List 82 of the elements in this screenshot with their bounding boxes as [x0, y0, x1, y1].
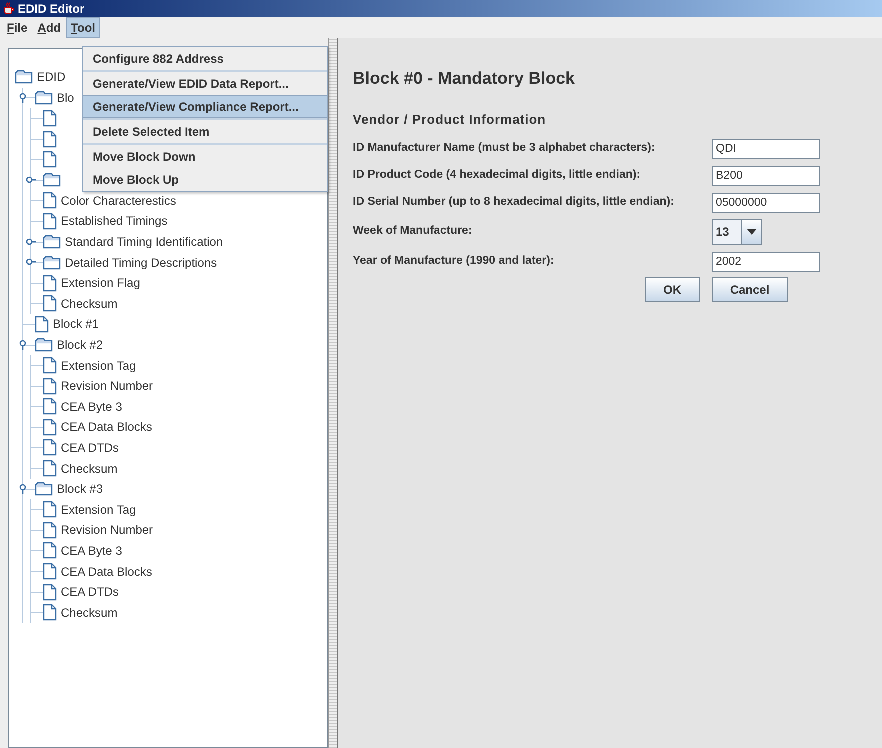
- tree-item[interactable]: CEA DTDs: [61, 583, 120, 602]
- file-icon: [43, 604, 57, 622]
- text-field[interactable]: B200: [712, 166, 820, 186]
- field-label: Week of Manufacture:: [353, 224, 474, 240]
- file-icon: [43, 192, 57, 210]
- menu-entry[interactable]: Move Block Up: [83, 168, 327, 191]
- tree-item[interactable]: CEA Data Blocks: [61, 562, 152, 581]
- file-icon: [43, 563, 57, 580]
- file-icon: [43, 274, 57, 292]
- section-heading: Vendor / Product Information: [353, 110, 548, 128]
- file-icon: [43, 378, 57, 395]
- expanded-handle-icon[interactable]: [18, 484, 28, 494]
- file-icon: [43, 542, 57, 560]
- tree-item[interactable]: Color Characterestics: [61, 192, 176, 210]
- coffee-cup-icon: [3, 2, 15, 15]
- menu-entry[interactable]: Delete Selected Item: [83, 120, 327, 143]
- field-label: ID Product Code (4 hexadecimal digits, little endian):: [353, 168, 642, 183]
- menu-entry[interactable]: Move Block Down: [83, 145, 327, 168]
- menu-item[interactable]: File: [2, 17, 33, 38]
- folder-icon: [15, 70, 33, 84]
- file-icon: [43, 439, 57, 456]
- collapsed-handle-icon[interactable]: [26, 257, 36, 268]
- menu-item[interactable]: Add: [32, 17, 66, 38]
- field-label: Year of Manufacture (1990 and later):: [353, 254, 556, 269]
- collapsed-handle-icon[interactable]: [26, 174, 36, 185]
- tree-item[interactable]: Block #1: [53, 315, 100, 334]
- expanded-handle-icon[interactable]: [18, 340, 28, 350]
- collapsed-handle-icon[interactable]: [26, 236, 36, 247]
- folder-icon: [43, 256, 61, 270]
- ok-button[interactable]: OK: [645, 277, 700, 302]
- menu-entry[interactable]: Generate/View EDID Data Report...: [83, 72, 327, 95]
- file-icon: [35, 316, 49, 333]
- caret-icon: [746, 229, 756, 235]
- menu-item[interactable]: Tool: [66, 17, 100, 38]
- file-icon: [43, 501, 57, 518]
- tree-item[interactable]: CEA DTDs: [61, 438, 120, 457]
- file-icon: [43, 460, 57, 478]
- panel-title: Block #0 - Mandatory Block: [353, 68, 576, 90]
- file-icon: [43, 522, 57, 539]
- tree-item[interactable]: CEA Byte 3: [61, 542, 122, 560]
- tree-item[interactable]: Extension Tag: [61, 356, 136, 375]
- tree-item[interactable]: Block #2: [57, 336, 104, 354]
- file-icon: [43, 151, 57, 168]
- folder-icon: [35, 482, 53, 496]
- text-field[interactable]: 05000000: [712, 192, 820, 212]
- tree-item[interactable]: Block #3: [57, 480, 104, 498]
- file-icon: [43, 584, 57, 601]
- tree-item[interactable]: Established Timings: [61, 212, 168, 230]
- field-label: ID Manufacturer Name (must be 3 alphabet characters):: [353, 140, 656, 156]
- cancel-button[interactable]: Cancel: [712, 277, 788, 302]
- file-icon: [43, 418, 57, 436]
- tree-item[interactable]: Revision Number: [61, 521, 154, 540]
- file-icon: [43, 398, 57, 416]
- folder-icon: [43, 173, 61, 188]
- menu-entry[interactable]: Generate/View Compliance Report...: [83, 95, 327, 118]
- tree-item[interactable]: Checksum: [61, 294, 118, 313]
- tree-item[interactable]: Standard Timing Identification: [65, 233, 224, 252]
- file-icon: [43, 295, 57, 312]
- folder-icon: [35, 90, 53, 105]
- file-icon: [43, 212, 57, 230]
- tree-item[interactable]: Extension Flag: [61, 274, 140, 292]
- tree-item[interactable]: Blo: [57, 88, 74, 107]
- tree-item[interactable]: Checksum: [61, 460, 118, 478]
- folder-icon: [35, 338, 53, 352]
- text-field[interactable]: 2002: [712, 252, 820, 272]
- file-icon: [43, 130, 57, 148]
- tree-item[interactable]: CEA Byte 3: [61, 398, 122, 416]
- window-title: EDID Editor: [18, 0, 85, 18]
- folder-icon: [43, 235, 61, 250]
- file-icon: [43, 357, 57, 374]
- tree-item[interactable]: CEA Data Blocks: [61, 418, 152, 436]
- menu-entry[interactable]: Configure 882 Address: [83, 47, 327, 70]
- file-icon: [43, 110, 57, 127]
- text-field[interactable]: QDI: [712, 138, 820, 158]
- expanded-handle-icon[interactable]: [18, 92, 28, 103]
- tree-item[interactable]: Detailed Timing Descriptions: [65, 254, 218, 272]
- tree-item[interactable]: EDID: [37, 68, 66, 86]
- tree-item[interactable]: Revision Number: [61, 377, 154, 396]
- field-label: ID Serial Number (up to 8 hexadecimal digits, little endian):: [353, 194, 676, 210]
- tree-item[interactable]: Extension Tag: [61, 500, 136, 519]
- tree-item[interactable]: Checksum: [61, 604, 118, 622]
- week-dropdown[interactable]: 13: [712, 219, 762, 245]
